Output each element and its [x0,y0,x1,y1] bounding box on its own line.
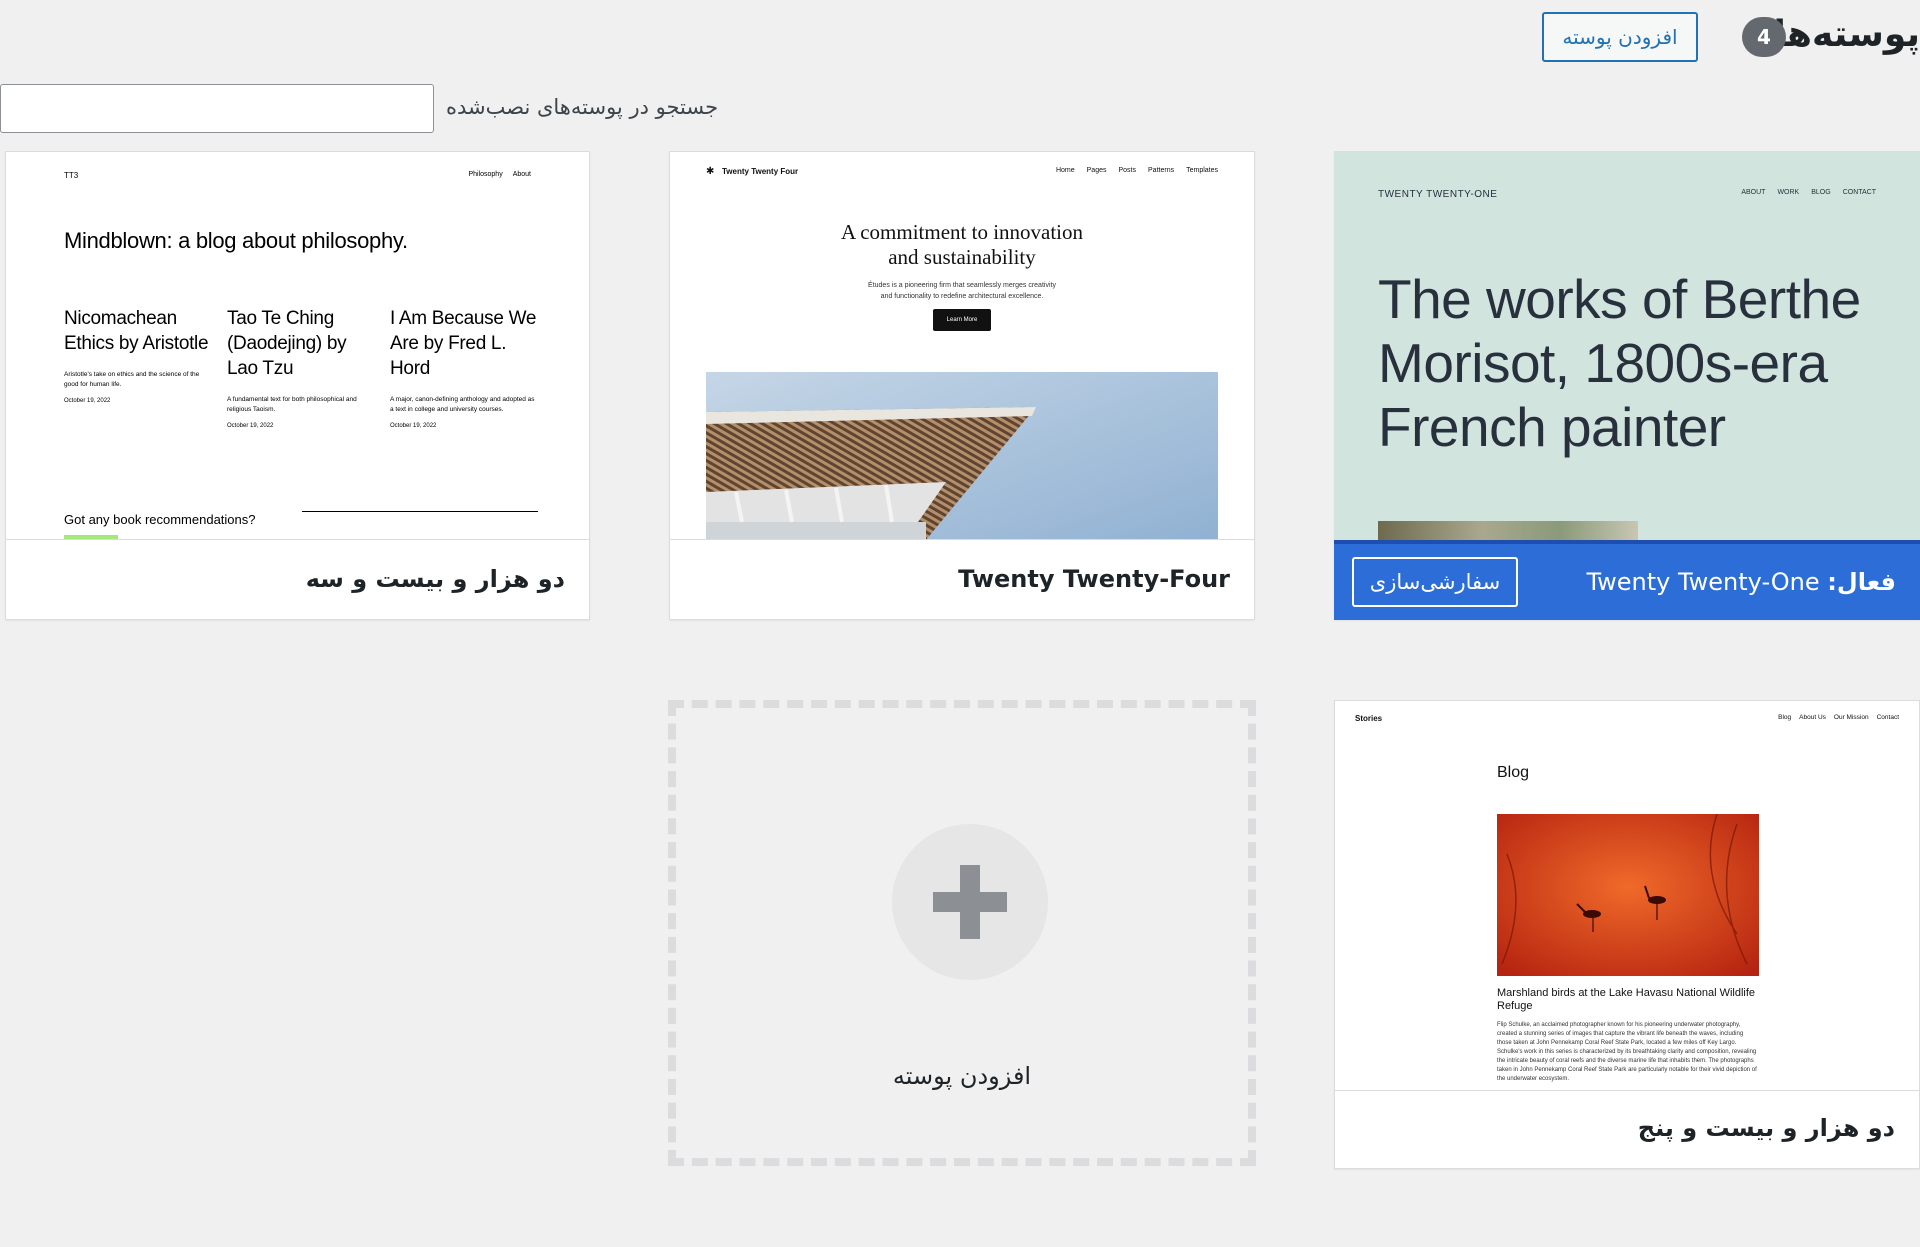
preview-heading: Blog [1497,764,1530,781]
preview-post-excerpt: A fundamental text for both philosophica… [227,396,357,413]
preview-post-title: Nicomachean Ethics by Aristotle [64,308,209,354]
active-theme-name: فعال: Twenty Twenty-One [1586,568,1896,596]
preview-architecture-photo [706,372,1218,539]
preview-question: Got any book recommendations? [64,512,256,527]
preview-hero-line: A commitment to innovation [840,220,1084,244]
preview-nav-item: WORK [1777,189,1800,196]
preview-nav-item: Pages [1086,167,1107,174]
theme-name: Twenty Twenty-Four [958,565,1230,593]
preview-nav: ABOUT WORK BLOG CONTACT [1741,189,1876,196]
preview-nav-item: ABOUT [1741,189,1766,196]
theme-card-twentytwentyone-active[interactable]: TWENTY TWENTY-ONE ABOUT WORK BLOG CONTAC… [1334,151,1920,620]
preview-nav-item: Philosophy [468,171,503,178]
preview-logo-mark-icon: ✱ [706,166,715,177]
preview-logo: Stories [1355,714,1383,723]
preview-nav: Home Pages Posts Patterns Templates [1056,167,1218,174]
plus-icon-vertical [960,865,980,939]
preview-post-title: Marshland birds at the Lake Havasu Natio… [1497,987,1756,1012]
theme-card-footer: Twenty Twenty-Four [670,539,1254,619]
search-label: جستجو در پوسته‌های نصب‌شده [446,95,719,119]
preview-nav-item: Templates [1186,167,1218,174]
page-title: پوسته‌ها [1773,14,1920,55]
theme-card-twentytwentyfive[interactable]: Stories Blog About Us Our Mission Contac… [1334,700,1920,1169]
preview-hero-title: The works of Berthe Morisot, 1800s-era F… [1378,268,1861,458]
preview-subtitle: Études is a pioneering firm that seamles… [670,280,1254,302]
preview-post-body: Flip Schulke, an acclaimed photographer … [1497,1022,1757,1082]
preview-post-excerpt: Aristotle's take on ethics and the scien… [64,371,200,388]
preview-post-date: October 19, 2022 [64,398,111,404]
preview-nav-item: About [512,171,531,178]
preview-post-date: October 19, 2022 [390,423,437,429]
theme-card-footer: دو هزار و بیست و سه [6,539,589,619]
theme-name: دو هزار و بیست و سه [305,565,565,593]
theme-card-footer: دو هزار و بیست و پنج [1335,1088,1919,1168]
customize-button[interactable]: سفارشی‌سازی [1352,557,1518,607]
preview-nav-item: Blog [1778,714,1792,721]
theme-name: Twenty Twenty-One [1586,568,1820,596]
active-theme-footer: سفارشی‌سازی فعال: Twenty Twenty-One [1334,540,1920,620]
preview-post-excerpt: A major, canon-defining anthology and ad… [390,396,535,413]
preview-logo: TWENTY TWENTY-ONE [1378,189,1498,200]
add-circle [892,824,1048,980]
add-new-theme-label: افزودن پوسته [892,1062,1032,1090]
theme-screenshot[interactable]: Stories Blog About Us Our Mission Contac… [1335,701,1919,1091]
add-new-theme-button[interactable]: افزودن پوسته [1542,12,1698,62]
theme-screenshot[interactable]: TWENTY TWENTY-ONE ABOUT WORK BLOG CONTAC… [1334,151,1920,541]
preview-nav-item: BLOG [1811,189,1831,196]
preview-birds-photo [1497,814,1759,976]
add-new-theme-tile[interactable]: افزودن پوسته [668,700,1256,1166]
preview-post-list: Nicomachean Ethics by Aristotle Aristotl… [64,306,539,429]
preview-nav-item: CONTACT [1842,189,1876,196]
preview-nav: Blog About Us Our Mission Contact [1778,714,1899,721]
theme-count-badge: 4 [1742,17,1786,57]
preview-post-date: October 19, 2022 [227,423,274,429]
preview-post: I Am Because We Are by Fred L. Hord A ma… [390,306,539,429]
preview-hero-title: A commitment to innovation and sustainab… [670,220,1254,270]
preview-learn-more-button: Learn More [933,309,991,331]
preview-divider [302,511,538,512]
preview-post: Tao Te Ching (Daodejing) by Lao Tzu A fu… [227,306,376,429]
preview-nav-item: Posts [1118,167,1137,174]
preview-subtitle-line: Études is a pioneering firm that seamles… [868,282,1056,289]
active-label: فعال: [1827,568,1896,596]
preview-nav-item: Contact [1876,714,1899,721]
preview-post: Nicomachean Ethics by Aristotle Aristotl… [64,306,213,429]
preview-hero-title: Mindblown: a blog about philosophy. [64,228,408,253]
preview-nav: Philosophy About [468,171,531,178]
search-themes-input[interactable] [0,84,434,133]
preview-post-title: I Am Because We Are by Fred L. Hord [390,308,537,379]
preview-logo: TT3 [64,171,79,180]
preview-nav-item: Patterns [1148,167,1175,174]
preview-nav-item: Our Mission [1833,714,1869,721]
preview-nav-item: Home [1055,167,1075,174]
preview-hero-line: and sustainability [888,245,1036,269]
theme-card-twentytwentythree[interactable]: TT3 Philosophy About Mindblown: a blog a… [5,151,590,620]
theme-screenshot[interactable]: TT3 Philosophy About Mindblown: a blog a… [6,152,589,540]
preview-post-title: Tao Te Ching (Daodejing) by Lao Tzu [227,308,347,379]
theme-card-twentytwentyfour[interactable]: ✱ Twenty Twenty Four Home Pages Posts Pa… [669,151,1255,620]
preview-nav-item: About Us [1799,714,1826,721]
preview-subtitle-line: and functionality to redefine architectu… [880,293,1044,300]
preview-logo: Twenty Twenty Four [722,167,799,176]
theme-name: دو هزار و بیست و پنج [1637,1114,1895,1142]
theme-screenshot[interactable]: ✱ Twenty Twenty Four Home Pages Posts Pa… [670,152,1254,540]
preview-painting-image [1378,521,1638,541]
